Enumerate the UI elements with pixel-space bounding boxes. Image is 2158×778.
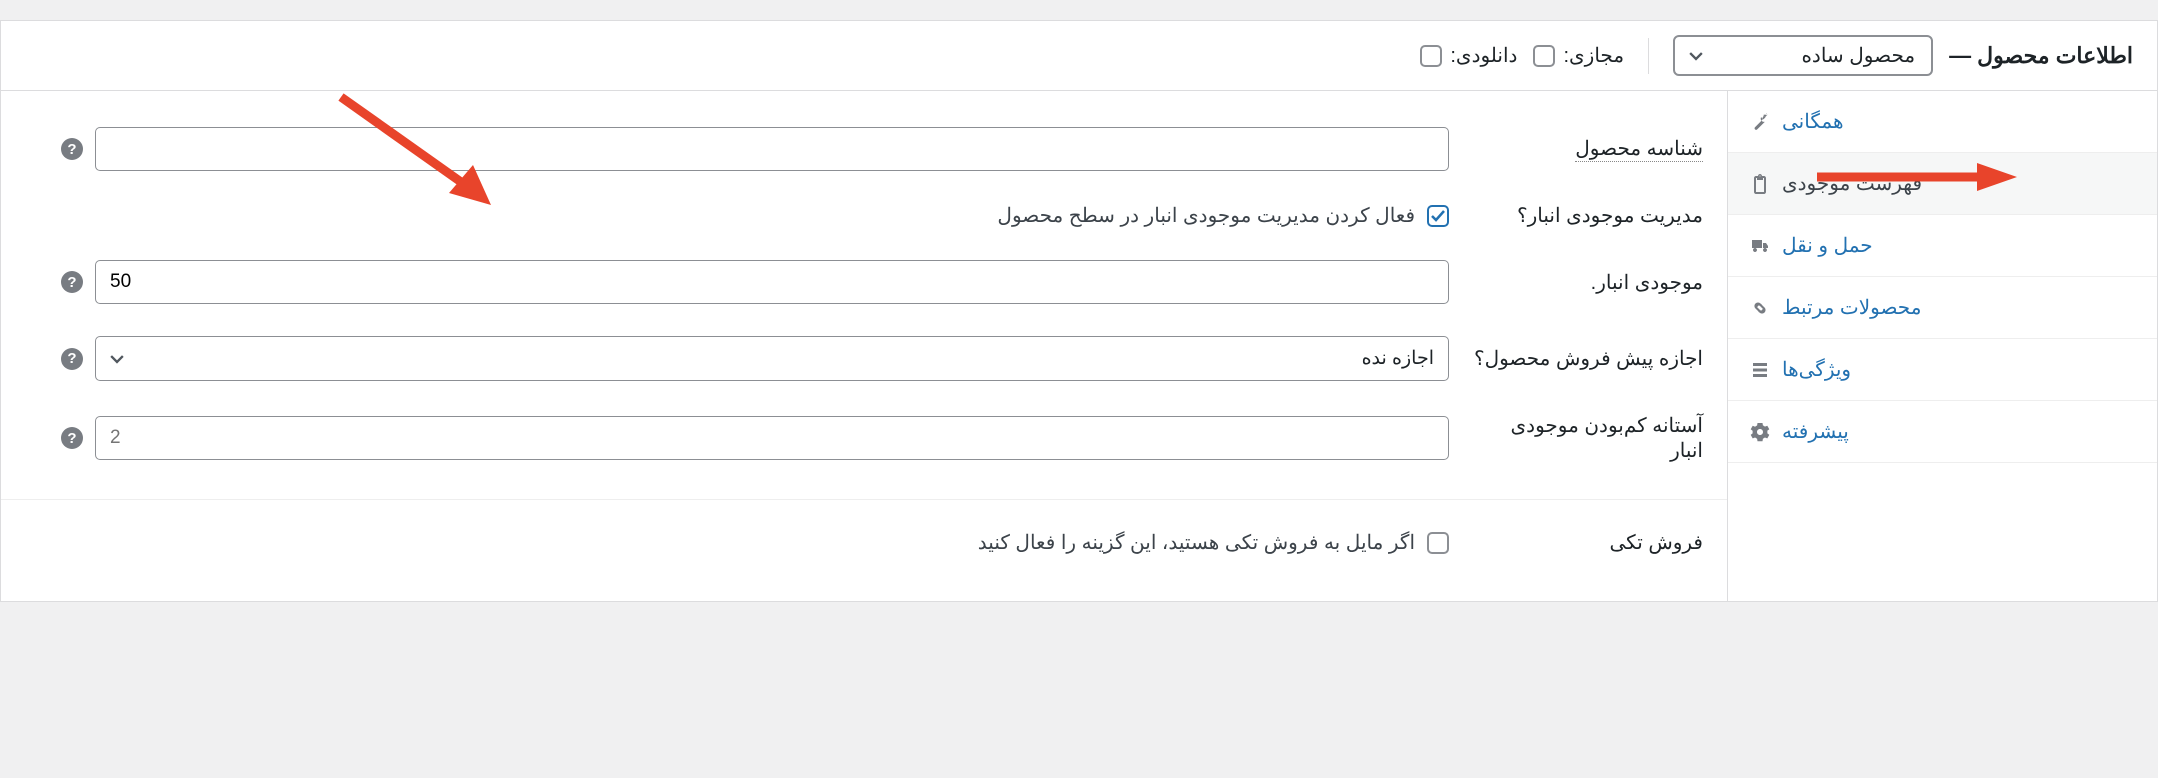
stock-qty-input[interactable] (95, 260, 1449, 304)
tab-advanced[interactable]: پیشرفته (1728, 401, 2157, 463)
tab-attributes[interactable]: ویژگی‌ها (1728, 339, 2157, 401)
row-manage-stock: مدیریت موجودی انبار؟ فعال کردن مدیریت مو… (1, 187, 1727, 244)
tab-label: همگانی (1782, 109, 1843, 134)
tab-shipping[interactable]: حمل و نقل (1728, 215, 2157, 277)
chevron-down-icon (1689, 49, 1703, 63)
tab-inventory[interactable]: فهرست موجودی (1728, 153, 2157, 215)
product-type-value: محصول ساده (1801, 45, 1915, 67)
sku-label: شناسه محصول (1575, 136, 1703, 162)
tab-label: فهرست موجودی (1782, 171, 1922, 196)
stock-qty-label: موجودی انبار. (1473, 270, 1703, 295)
virtual-label: مجازی: (1563, 43, 1624, 68)
list-icon (1750, 360, 1770, 380)
gear-icon (1750, 422, 1770, 442)
low-stock-label: آستانه کم‌بودن موجودی انبار (1473, 413, 1703, 463)
downloadable-option[interactable]: دانلودی: (1420, 43, 1517, 68)
virtual-checkbox[interactable] (1533, 45, 1555, 67)
row-sku: شناسه محصول ? (1, 111, 1727, 187)
panel-body: همگانی فهرست موجودی حمل و نقل محصولات مر… (1, 91, 2157, 601)
chevron-down-icon (110, 352, 124, 366)
tab-label: حمل و نقل (1782, 233, 1873, 258)
panel-title: اطلاعات محصول — (1949, 43, 2133, 69)
backorders-value: اجازه نده (1362, 348, 1434, 369)
manage-stock-desc: فعال کردن مدیریت موجودی انبار در سطح محص… (997, 203, 1415, 228)
downloadable-checkbox[interactable] (1420, 45, 1442, 67)
help-icon[interactable]: ? (61, 348, 83, 370)
manage-stock-label: مدیریت موجودی انبار؟ (1473, 203, 1703, 228)
wrench-icon (1750, 112, 1770, 132)
help-icon[interactable]: ? (61, 138, 83, 160)
backorders-label: اجازه پیش فروش محصول؟ (1473, 346, 1703, 371)
manage-stock-checkbox[interactable] (1427, 205, 1449, 227)
row-low-stock: آستانه کم‌بودن موجودی انبار ? (1, 397, 1727, 479)
backorders-select[interactable]: اجازه نده (95, 336, 1449, 381)
row-sold-individually: فروش تکی اگر مایل به فروش تکی هستید، این… (1, 499, 1727, 571)
row-backorders: اجازه پیش فروش محصول؟ اجازه نده ? (1, 320, 1727, 397)
downloadable-label: دانلودی: (1450, 43, 1517, 68)
panel-header: اطلاعات محصول — محصول ساده مجازی: دانلود… (1, 21, 2157, 91)
tab-content: شناسه محصول ? مدیریت موجودی انبار؟ فعال … (1, 91, 1727, 601)
low-stock-input[interactable] (95, 416, 1449, 460)
tabs-sidebar: همگانی فهرست موجودی حمل و نقل محصولات مر… (1727, 91, 2157, 601)
divider (1648, 38, 1649, 74)
truck-icon (1750, 236, 1770, 256)
tab-general[interactable]: همگانی (1728, 91, 2157, 153)
virtual-option[interactable]: مجازی: (1533, 43, 1624, 68)
tab-linked[interactable]: محصولات مرتبط (1728, 277, 2157, 339)
tab-label: ویژگی‌ها (1782, 357, 1851, 382)
product-type-select[interactable]: محصول ساده (1673, 35, 1933, 76)
sold-ind-checkbox[interactable] (1427, 532, 1449, 554)
help-icon[interactable]: ? (61, 271, 83, 293)
tab-label: پیشرفته (1782, 419, 1849, 444)
product-data-panel: اطلاعات محصول — محصول ساده مجازی: دانلود… (0, 20, 2158, 602)
link-icon (1750, 298, 1770, 318)
sku-input[interactable] (95, 127, 1449, 171)
sold-ind-label: فروش تکی (1473, 530, 1703, 555)
tab-label: محصولات مرتبط (1782, 295, 1921, 320)
help-icon[interactable]: ? (61, 427, 83, 449)
row-stock-qty: موجودی انبار. ? (1, 244, 1727, 320)
sold-ind-desc: اگر مایل به فروش تکی هستید، این گزینه را… (978, 530, 1415, 555)
clipboard-icon (1750, 174, 1770, 194)
